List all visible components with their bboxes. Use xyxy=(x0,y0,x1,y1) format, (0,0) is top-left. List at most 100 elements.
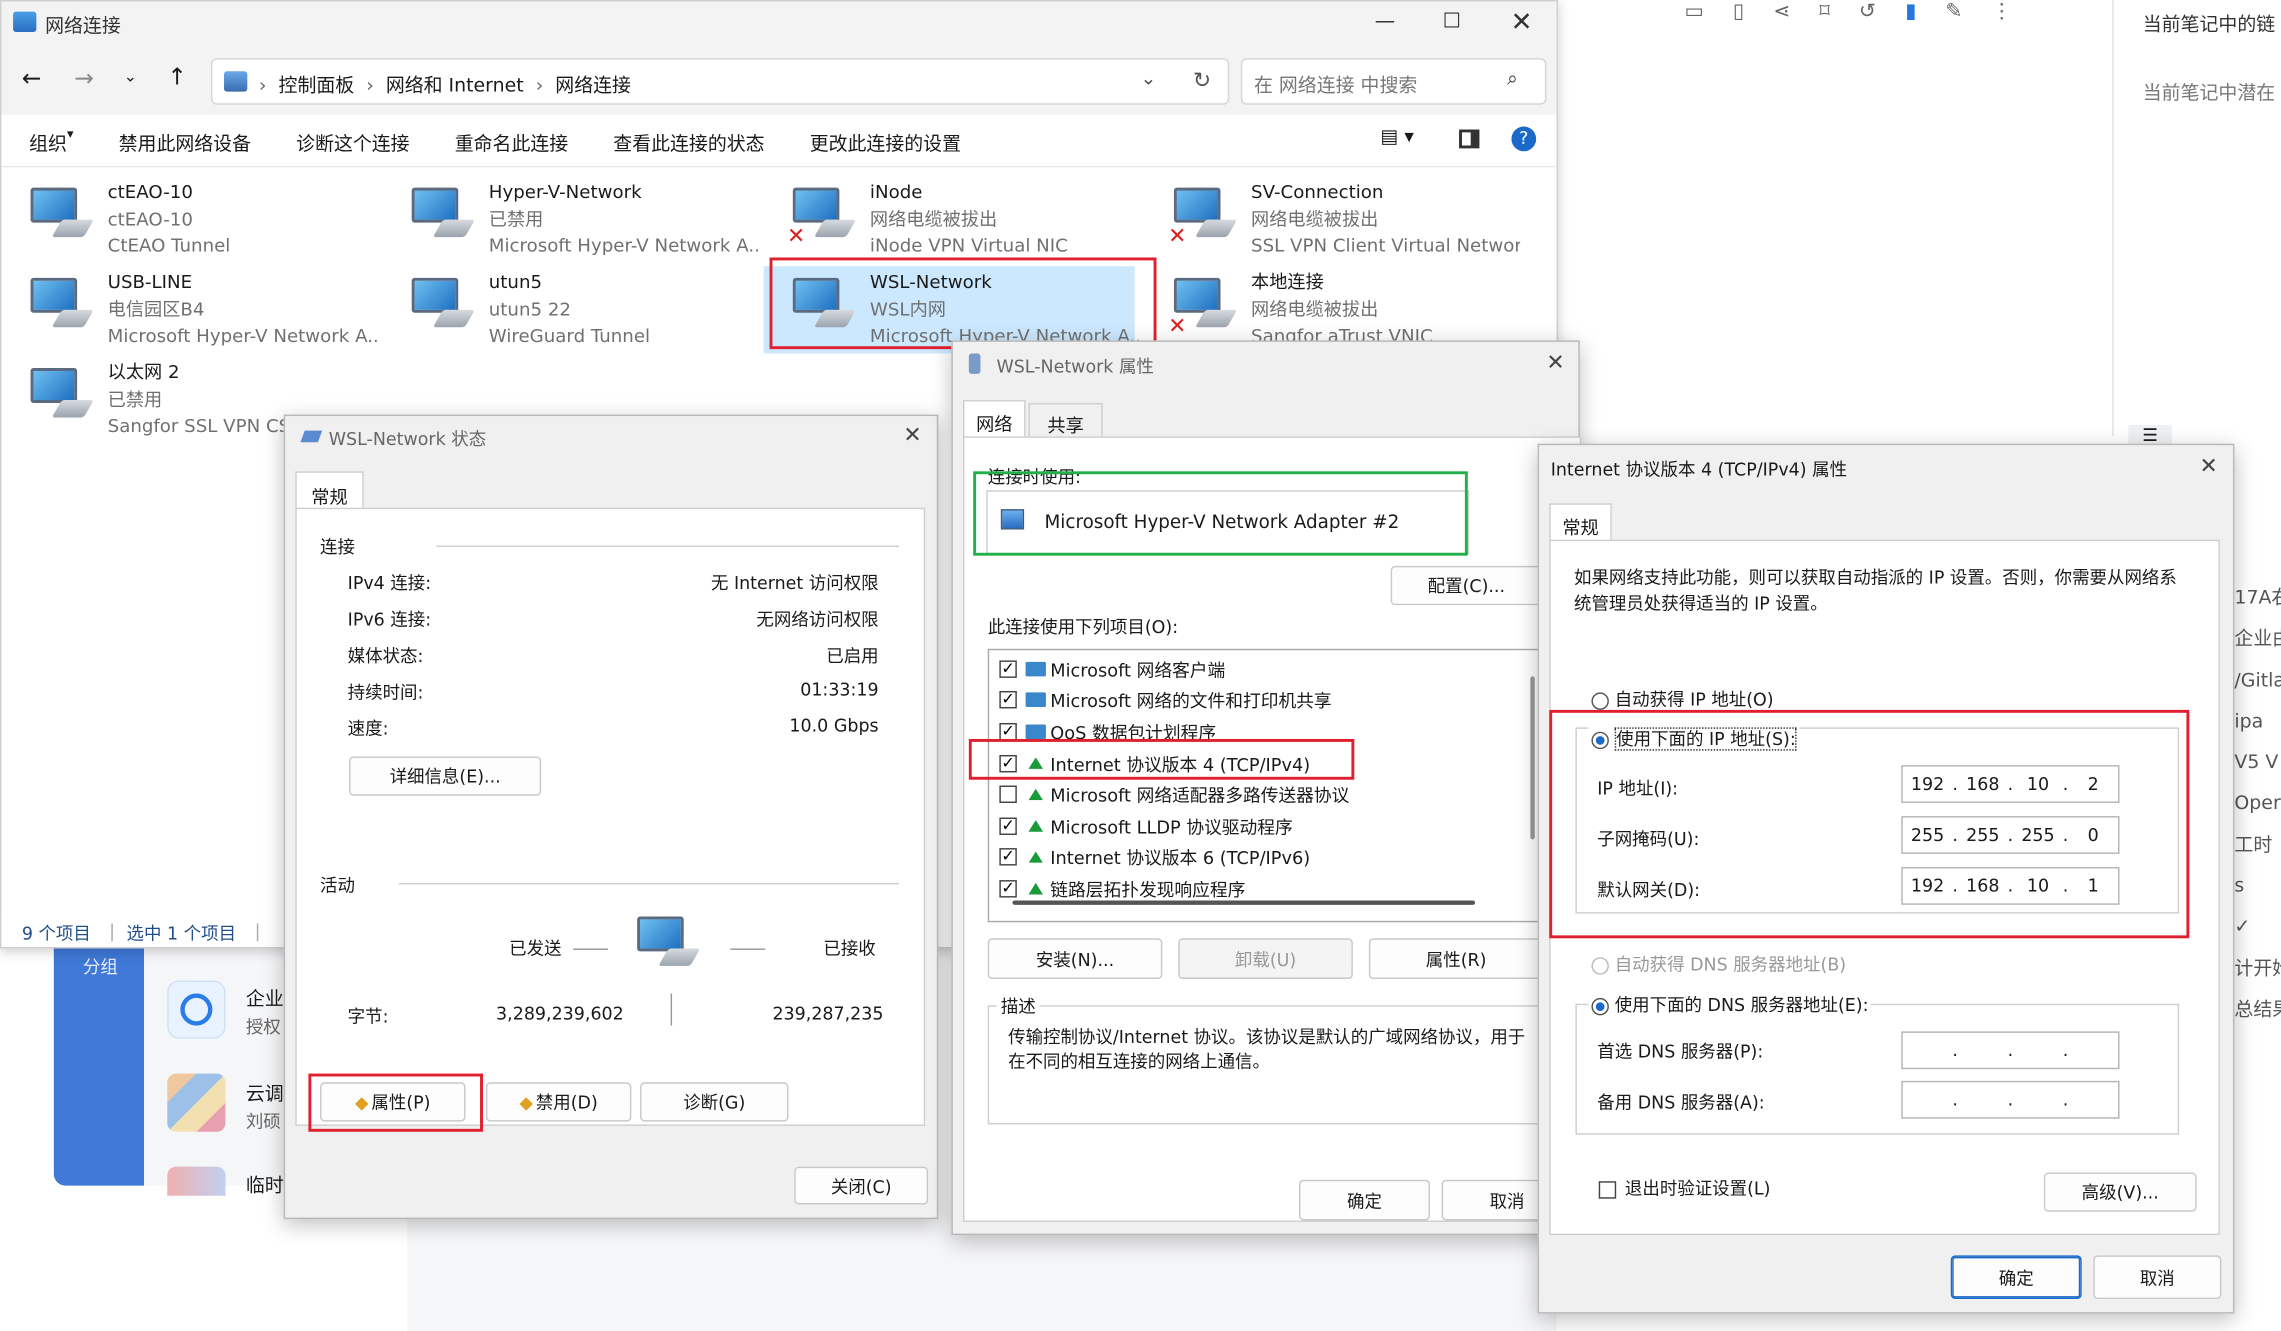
ip-octet[interactable]: 192 xyxy=(1903,876,1953,896)
install-button[interactable]: 安装(N)... xyxy=(987,938,1163,980)
checkbox-icon[interactable]: ✓ xyxy=(999,880,1017,898)
cancel-button[interactable]: 取消 xyxy=(2093,1255,2222,1300)
uninstall-button[interactable]: 卸载(U) xyxy=(1178,938,1353,980)
component-item[interactable]: ✓ Microsoft 网络的文件和打印机共享 xyxy=(999,685,1523,716)
scrollbar-horizontal[interactable] xyxy=(1012,900,1476,905)
close-icon[interactable]: ✕ xyxy=(1546,349,1564,375)
ip-octet[interactable]: 255 xyxy=(1903,825,1953,845)
ip-octet[interactable]: 255 xyxy=(2013,825,2063,845)
ip-address-field[interactable]: 192. 168. 10. 2 xyxy=(1901,765,2120,803)
component-item[interactable]: ✓ Microsoft LLDP 协议驱动程序 xyxy=(999,810,1523,841)
gateway-field[interactable]: 192. 168. 10. 1 xyxy=(1901,867,2120,905)
ip-octet[interactable]: 10 xyxy=(2013,876,2063,896)
preview-pane-icon[interactable] xyxy=(1459,129,1480,149)
ok-button[interactable]: 确定 xyxy=(1299,1179,1430,1221)
command-item[interactable]: 禁用此网络设备 xyxy=(119,128,251,156)
address-bar[interactable]: › 控制面板 › 网络和 Internet › 网络连接 ⌄ ↻ xyxy=(210,58,1230,105)
view-options-icon[interactable]: ▤ ▾ xyxy=(1381,127,1414,149)
command-item[interactable]: 组织 xyxy=(29,128,67,156)
notes-backlinks[interactable]: 当前笔记中的链 xyxy=(2143,9,2275,37)
scrollbar-vertical[interactable] xyxy=(1530,676,1535,840)
breadcrumb-network-connections[interactable]: 网络连接 xyxy=(555,76,631,98)
validate-checkbox[interactable]: 退出时验证设置(L) xyxy=(1598,1175,1770,1200)
alternate-dns-field[interactable]: ... xyxy=(1901,1080,2120,1119)
advanced-button[interactable]: 高级(V)... xyxy=(2043,1172,2197,1212)
checkbox-icon[interactable]: ✓ xyxy=(999,848,1017,867)
bookmark-add-icon[interactable]: ⌑ xyxy=(1819,0,1829,26)
checkbox-icon[interactable]: ✓ xyxy=(999,660,1017,678)
subnet-mask-field[interactable]: 255. 255. 255. 0 xyxy=(1901,816,2120,854)
ip-octet[interactable]: 1 xyxy=(2068,876,2118,896)
chevron-down-icon[interactable]: ▾ xyxy=(67,128,74,156)
breadcrumb-network-internet[interactable]: 网络和 Internet xyxy=(386,76,524,98)
connection-item[interactable]: USB-LINE 电信园区B4 Microsoft Hyper-V Network … xyxy=(1,266,377,353)
monitor-icon[interactable]: ▭ xyxy=(1685,0,1704,26)
properties-button[interactable]: ◆ 属性(P) xyxy=(320,1082,466,1122)
close-button[interactable]: 关闭(C) xyxy=(794,1166,929,1205)
search-input[interactable]: 在 网络连接 中搜索 ⌕ xyxy=(1240,58,1547,105)
details-button[interactable]: 详细信息(E)... xyxy=(349,756,542,796)
breadcrumb-control-panel[interactable]: 控制面板 xyxy=(279,76,355,98)
auto-ip-radio[interactable]: 自动获得 IP 地址(O) xyxy=(1591,687,1774,712)
command-item[interactable]: 诊断这个连接 xyxy=(296,128,409,156)
connection-item[interactable]: ✕ iNode 网络电缆被拔出 iNode VPN Virtual NIC xyxy=(764,176,1135,263)
component-item[interactable]: ✓ Internet 协议版本 6 (TCP/IPv6) xyxy=(999,842,1523,873)
bookmark-icon[interactable]: ▮ xyxy=(1905,0,1916,26)
component-item[interactable]: ✓ QoS 数据包计划程序 xyxy=(999,716,1523,747)
connection-item[interactable]: ctEAO-10 ctEAO-10 CtEAO Tunnel xyxy=(1,176,372,263)
checkbox-icon[interactable]: ✓ xyxy=(999,817,1017,835)
checkbox-icon[interactable]: ✓ xyxy=(999,691,1017,710)
chat-title[interactable]: 临时 xyxy=(246,1170,284,1197)
component-item[interactable]: ✓ Internet 协议版本 4 (TCP/IPv4) xyxy=(999,747,1523,778)
chevron-down-icon[interactable]: ⌄ xyxy=(1140,68,1156,90)
ip-octet[interactable]: 168 xyxy=(1958,876,2008,896)
command-item[interactable]: 查看此连接的状态 xyxy=(613,128,764,156)
preferred-dns-field[interactable]: ... xyxy=(1901,1031,2120,1070)
manual-ip-radio[interactable]: 使用下面的 IP 地址(S): xyxy=(1588,725,1801,751)
chevron-down-icon[interactable]: ⌄ xyxy=(124,67,137,86)
connection-item[interactable]: utun5 utun5 22 WireGuard Tunnel xyxy=(383,266,754,353)
book-icon[interactable]: ▯ xyxy=(1733,0,1744,26)
configure-button[interactable]: 配置(C)... xyxy=(1390,565,1542,606)
connection-item[interactable]: ✕ SV-Connection 网络电缆被拔出 SSL VPN Client Virt… xyxy=(1145,176,1520,263)
command-item[interactable]: 重命名此连接 xyxy=(455,128,568,156)
chat-title[interactable]: 云调 xyxy=(246,1078,284,1106)
back-icon[interactable]: ← xyxy=(22,64,42,92)
close-icon[interactable]: ✕ xyxy=(1488,1,1555,42)
connection-item[interactable]: Hyper-V-Network 已禁用 Microsoft Hyper-V Netw… xyxy=(383,176,758,263)
diagnose-button[interactable]: 诊断(G) xyxy=(640,1082,789,1122)
disable-button[interactable]: ◆ 禁用(D) xyxy=(485,1082,632,1122)
ip-octet[interactable]: 0 xyxy=(2068,825,2118,845)
notes-potential-links[interactable]: 当前笔记中潜在 xyxy=(2143,77,2275,105)
item-properties-button[interactable]: 属性(R) xyxy=(1368,938,1544,980)
component-item[interactable]: Microsoft 网络适配器多路传送器协议 xyxy=(999,779,1523,810)
help-icon[interactable]: ? xyxy=(1511,126,1537,152)
close-icon[interactable]: ✕ xyxy=(903,422,921,448)
checkbox-icon[interactable] xyxy=(999,785,1017,804)
checkbox-icon[interactable]: ✓ xyxy=(999,754,1017,772)
forward-icon[interactable]: → xyxy=(74,64,94,92)
refresh-icon[interactable]: ↻ xyxy=(1193,67,1211,93)
ip-octet[interactable]: 10 xyxy=(2013,774,2063,794)
search-icon[interactable]: ⌕ xyxy=(1507,68,1518,90)
auto-dns-radio[interactable]: 自动获得 DNS 服务器地址(B) xyxy=(1591,951,1846,976)
history-icon[interactable]: ↺ xyxy=(1859,0,1876,26)
ip-octet[interactable]: 192 xyxy=(1903,774,1953,794)
ip-octet[interactable]: 255 xyxy=(1958,825,2008,845)
component-item[interactable]: ✓ Microsoft 网络客户端 xyxy=(999,653,1523,684)
minimize-icon[interactable]: — xyxy=(1351,1,1418,42)
more-icon[interactable]: ⋮ xyxy=(1992,0,2012,26)
maximize-icon[interactable]: ☐ xyxy=(1418,1,1485,42)
share-icon[interactable]: ⋖ xyxy=(1773,0,1790,26)
up-icon[interactable]: ↑ xyxy=(167,63,187,91)
ip-octet[interactable]: 168 xyxy=(1958,774,2008,794)
items-list[interactable]: ✓ Microsoft 网络客户端 ✓ Microsoft 网络的文件和打印机共享 ✓ Q… xyxy=(987,648,1542,923)
ip-octet[interactable]: 2 xyxy=(2068,774,2118,794)
command-item[interactable]: 更改此连接的设置 xyxy=(810,128,961,156)
edit-icon[interactable]: ✎ xyxy=(1945,0,1962,26)
close-icon[interactable]: ✕ xyxy=(2200,452,2218,478)
checkbox-icon[interactable]: ✓ xyxy=(999,723,1017,741)
chat-title[interactable]: 企业 xyxy=(246,983,284,1011)
manual-dns-radio[interactable]: 使用下面的 DNS 服务器地址(E): xyxy=(1588,992,1872,1017)
ok-button[interactable]: 确定 xyxy=(1950,1255,2082,1300)
